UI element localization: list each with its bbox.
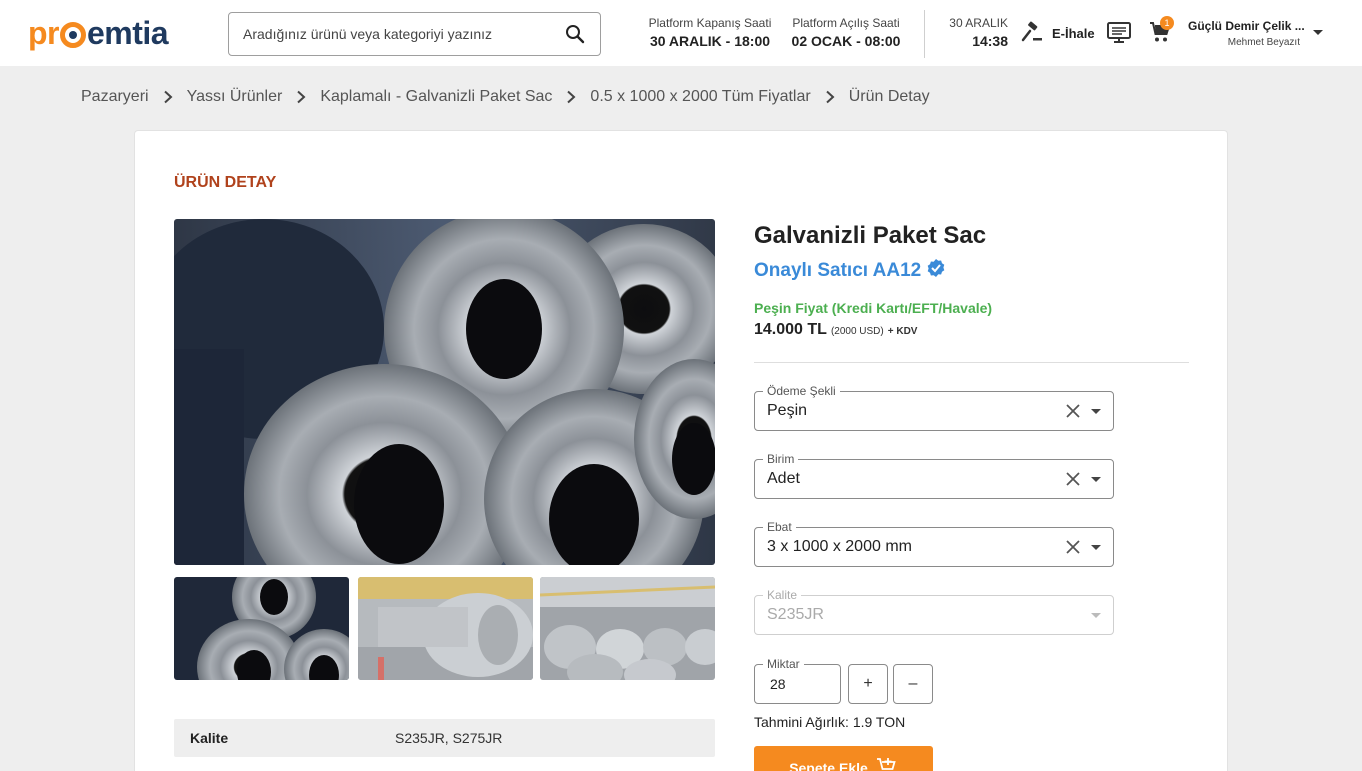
thumbnail-2[interactable]	[358, 577, 533, 680]
current-time: 14:38	[972, 33, 1008, 49]
size-value: 3 x 1000 x 2000 mm	[767, 538, 912, 555]
payment-method-select[interactable]: Ödeme Şekli Peşin	[754, 384, 1114, 431]
chevron-down-icon	[1091, 612, 1101, 618]
clear-icon[interactable]	[1063, 537, 1083, 557]
e-ihale-label: E-İhale	[1052, 26, 1095, 41]
section-title: ÜRÜN DETAY	[174, 174, 277, 191]
quality-value: S235JR	[767, 606, 824, 623]
quantity-input[interactable]	[770, 676, 825, 692]
quantity-label: Miktar	[763, 657, 804, 671]
breadcrumb-item-current: Ürün Detay	[848, 88, 930, 105]
company-name: Güçlü Demir Çelik ...	[1188, 19, 1305, 33]
thumbnail-1[interactable]	[174, 577, 349, 680]
user-name: Mehmet Beyazıt	[1227, 37, 1300, 48]
cart-icon	[1148, 22, 1172, 48]
unit-label: Birim	[763, 452, 799, 466]
platform-open-info: Platform Açılış Saati 02 OCAK - 08:00	[788, 16, 904, 49]
payment-method-label: Ödeme Şekli	[763, 384, 840, 398]
chevron-right-icon	[163, 90, 173, 104]
chevron-right-icon	[566, 90, 576, 104]
breadcrumb: Pazaryeri Yassı Ürünler Kaplamalı - Galv…	[81, 88, 930, 106]
verified-badge-icon	[926, 258, 946, 284]
quality-select: Kalite S235JR	[754, 588, 1114, 635]
logo-text-part-1: pr	[28, 14, 60, 51]
logo-mark	[60, 22, 86, 48]
e-ihale-link[interactable]: E-İhale	[1020, 20, 1095, 47]
payment-method-value: Peşin	[767, 402, 808, 419]
add-to-cart-label: Sepete Ekle	[789, 760, 868, 771]
unit-select[interactable]: Birim Adet	[754, 452, 1114, 499]
breadcrumb-item[interactable]: Pazaryeri	[81, 88, 149, 106]
logo-text-part-2: emtia	[87, 14, 169, 51]
chevron-right-icon	[825, 90, 835, 104]
product-main-image[interactable]	[174, 219, 715, 565]
gavel-icon	[1020, 20, 1044, 47]
product-card: ÜRÜN DETAY Kalite S235JR, S275JR Galvani…	[134, 130, 1228, 771]
platform-close-label: Platform Kapanış Saati	[648, 16, 772, 30]
brand-logo[interactable]: pr emtia	[28, 14, 169, 51]
spec-key: Kalite	[190, 730, 229, 746]
seller-name: Onaylı Satıcı AA12	[754, 260, 922, 281]
spec-row: Kalite S235JR, S275JR	[174, 719, 715, 757]
unit-value: Adet	[767, 470, 800, 487]
search-box	[228, 12, 601, 56]
quality-label: Kalite	[763, 588, 802, 602]
cart-button[interactable]: 1	[1148, 16, 1174, 48]
chevron-down-icon[interactable]	[1091, 408, 1101, 414]
platform-close-value: 30 ARALIK - 18:00	[649, 33, 771, 49]
platform-open-value: 02 OCAK - 08:00	[791, 33, 901, 49]
price-block: 14.000 TL (2000 USD) + KDV	[754, 321, 917, 339]
current-date: 30 ARALIK	[949, 16, 1008, 30]
breadcrumb-item[interactable]: Kaplamalı - Galvanizli Paket Sac	[320, 88, 552, 106]
price-tl: 14.000 TL	[754, 321, 827, 338]
search-input[interactable]	[243, 26, 564, 42]
size-select[interactable]: Ebat 3 x 1000 x 2000 mm	[754, 520, 1114, 567]
chevron-right-icon	[296, 90, 306, 104]
payment-price-label: Peşin Fiyat (Kredi Kartı/EFT/Havale)	[754, 300, 993, 316]
chevron-down-icon[interactable]	[1091, 544, 1101, 550]
size-label: Ebat	[763, 520, 796, 534]
increment-button[interactable]: +	[848, 664, 888, 704]
top-header: premtia Platform Kapanış Saati 30 ARALIK…	[0, 0, 1362, 66]
spec-table: Kalite S235JR, S275JR	[174, 719, 715, 757]
product-title: Galvanizli Paket Sac	[754, 222, 987, 249]
price-kdv: + KDV	[887, 326, 918, 337]
divider	[754, 362, 1189, 363]
price-usd: (2000 USD)	[830, 326, 884, 337]
platform-open-label: Platform Açılış Saati	[792, 16, 900, 30]
breadcrumb-item[interactable]: 0.5 x 1000 x 2000 Tüm Fiyatlar	[590, 88, 810, 106]
seller-link[interactable]: Onaylı Satıcı AA12	[754, 258, 946, 284]
breadcrumb-item[interactable]: Yassı Ürünler	[187, 88, 283, 106]
decrement-button[interactable]: –	[893, 664, 933, 704]
header-divider	[924, 10, 925, 58]
cart-add-icon	[876, 756, 898, 771]
add-to-cart-button[interactable]: Sepete Ekle	[754, 746, 933, 771]
cart-count-badge: 1	[1160, 16, 1174, 30]
quantity-field: Miktar	[754, 657, 841, 704]
chevron-down-icon[interactable]	[1091, 476, 1101, 482]
clear-icon[interactable]	[1063, 401, 1083, 421]
search-icon[interactable]	[564, 23, 586, 45]
monitor-icon[interactable]	[1106, 20, 1132, 46]
estimated-weight: Tahmini Ağırlık: 1.9 TON	[754, 714, 906, 730]
clear-icon[interactable]	[1063, 469, 1083, 489]
spec-value: S235JR, S275JR	[395, 730, 503, 746]
current-datetime: 30 ARALIK 14:38	[944, 16, 1008, 49]
user-menu-caret-icon[interactable]	[1313, 30, 1323, 35]
platform-close-info: Platform Kapanış Saati 30 ARALIK - 18:00	[646, 16, 774, 49]
user-menu[interactable]: Güçlü Demir Çelik ... Mehmet Beyazıt	[1188, 19, 1305, 48]
thumbnail-3[interactable]	[540, 577, 715, 680]
